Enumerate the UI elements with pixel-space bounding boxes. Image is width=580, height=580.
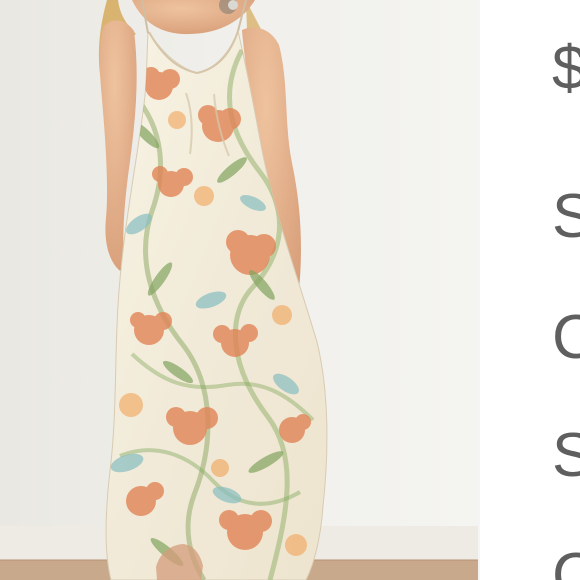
cropped-text-line: C — [552, 541, 580, 580]
floral-maxi-dress-image — [0, 0, 478, 580]
cropped-text-line: S — [552, 182, 580, 251]
product-photo — [0, 0, 478, 580]
cropped-text-line: C — [552, 303, 580, 372]
cropped-text-panel: $ S C S C — [480, 0, 580, 580]
cropped-price-symbol: $ — [552, 34, 580, 103]
product-photo-crop: $ S C S C — [0, 0, 580, 580]
cropped-text-line: S — [552, 421, 580, 490]
